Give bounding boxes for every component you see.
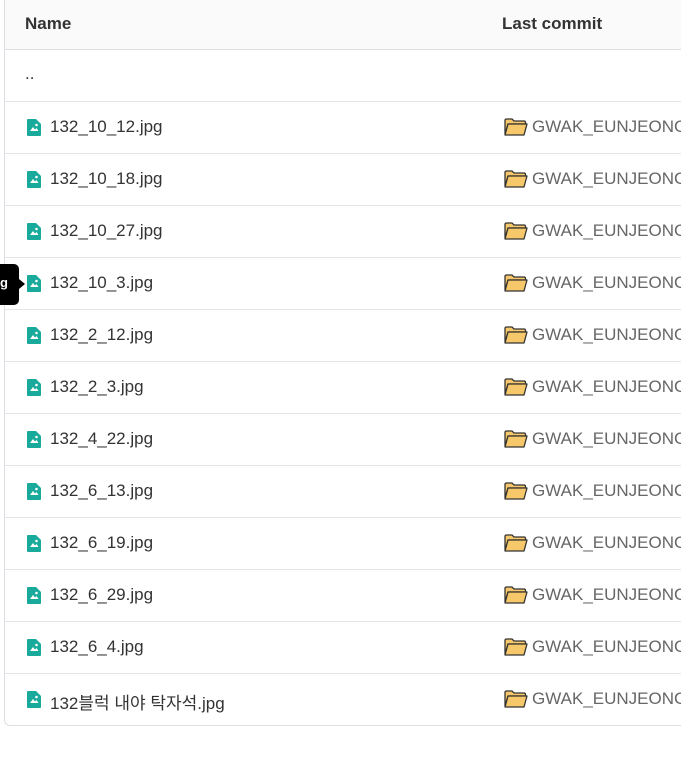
image-file-icon (27, 275, 41, 292)
file-name-link[interactable]: 132_2_12.jpg (50, 325, 153, 345)
image-file-icon (27, 431, 41, 448)
folder-icon (504, 118, 528, 136)
image-file-icon (27, 639, 41, 656)
folder-icon (504, 638, 528, 656)
last-commit-link[interactable]: GWAK_EUNJEONG (532, 533, 681, 553)
parent-directory-row[interactable]: .. (5, 50, 681, 102)
table-header: Name Last commit (5, 0, 681, 50)
file-row[interactable]: 132_6_13.jpg GWAK_EUNJEONG (5, 466, 681, 518)
image-file-icon (27, 223, 41, 240)
last-commit-link[interactable]: GWAK_EUNJEONG (532, 325, 681, 345)
file-name-link[interactable]: 132_4_22.jpg (50, 429, 153, 449)
image-file-icon (27, 119, 41, 136)
last-commit-link[interactable]: GWAK_EUNJEONG (532, 585, 681, 605)
folder-icon (504, 274, 528, 292)
last-commit-link[interactable]: GWAK_EUNJEONG (532, 429, 681, 449)
image-file-icon (27, 327, 41, 344)
last-commit-link[interactable]: GWAK_EUNJEONG (532, 273, 681, 293)
last-commit-link[interactable]: GWAK_EUNJEONG (532, 637, 681, 657)
last-commit-link[interactable]: GWAK_EUNJEONG (532, 689, 681, 709)
file-name-link[interactable]: 132_6_19.jpg (50, 533, 153, 553)
last-commit-link[interactable]: GWAK_EUNJEONG (532, 169, 681, 189)
file-name-link[interactable]: 132_10_3.jpg (50, 273, 153, 293)
tooltip-arrow (19, 279, 25, 289)
last-commit-link[interactable]: GWAK_EUNJEONG (532, 117, 681, 137)
file-name-link[interactable]: 132_6_4.jpg (50, 637, 144, 657)
file-row[interactable]: 132_4_22.jpg GWAK_EUNJEONG (5, 414, 681, 466)
image-file-icon (27, 587, 41, 604)
file-name-link[interactable]: 132블럭 내야 탁자석.jpg (50, 689, 225, 714)
image-file-icon (27, 379, 41, 396)
folder-icon (504, 690, 528, 708)
file-name-link[interactable]: 132_10_18.jpg (50, 169, 163, 189)
file-row[interactable]: 132_10_18.jpg GWAK_EUNJEONG (5, 154, 681, 206)
parent-directory-link[interactable]: .. (25, 64, 34, 84)
folder-icon (504, 430, 528, 448)
last-commit-link[interactable]: GWAK_EUNJEONG (532, 481, 681, 501)
file-row[interactable]: 132_2_3.jpg GWAK_EUNJEONG (5, 362, 681, 414)
file-row[interactable]: 132_2_12.jpg GWAK_EUNJEONG (5, 310, 681, 362)
last-commit-link[interactable]: GWAK_EUNJEONG (532, 221, 681, 241)
file-row[interactable]: 132_6_4.jpg GWAK_EUNJEONG (5, 622, 681, 674)
file-row[interactable]: 132_10_27.jpg GWAK_EUNJEONG (5, 206, 681, 258)
file-name-tooltip: g (0, 264, 25, 305)
last-commit-column-header: Last commit (502, 14, 603, 33)
file-name-link[interactable]: 132_6_29.jpg (50, 585, 153, 605)
file-name-link[interactable]: 132_10_12.jpg (50, 117, 163, 137)
file-table: Name Last commit .. 132_10_12.jpg GWAK_EU… (4, 0, 681, 726)
image-file-icon (27, 483, 41, 500)
folder-icon (504, 378, 528, 396)
tooltip-text: g (0, 275, 8, 290)
file-row[interactable]: 132블럭 내야 탁자석.jpg GWAK_EUNJEONG (5, 674, 681, 725)
folder-icon (504, 534, 528, 552)
name-column-header: Name (25, 14, 72, 33)
file-name-link[interactable]: 132_10_27.jpg (50, 221, 163, 241)
file-name-link[interactable]: 132_2_3.jpg (50, 377, 144, 397)
file-name-link[interactable]: 132_6_13.jpg (50, 481, 153, 501)
folder-icon (504, 482, 528, 500)
image-file-icon (27, 171, 41, 188)
last-commit-link[interactable]: GWAK_EUNJEONG (532, 377, 681, 397)
folder-icon (504, 222, 528, 240)
file-row[interactable]: 132_6_29.jpg GWAK_EUNJEONG (5, 570, 681, 622)
file-row[interactable]: 132_10_12.jpg GWAK_EUNJEONG (5, 102, 681, 154)
file-row[interactable]: 132_10_3.jpg GWAK_EUNJEONG (5, 258, 681, 310)
folder-icon (504, 170, 528, 188)
image-file-icon (27, 691, 41, 708)
repository-file-browser: Name Last commit .. 132_10_12.jpg GWAK_EU… (0, 0, 681, 781)
file-row[interactable]: 132_6_19.jpg GWAK_EUNJEONG (5, 518, 681, 570)
folder-icon (504, 326, 528, 344)
image-file-icon (27, 535, 41, 552)
folder-icon (504, 586, 528, 604)
